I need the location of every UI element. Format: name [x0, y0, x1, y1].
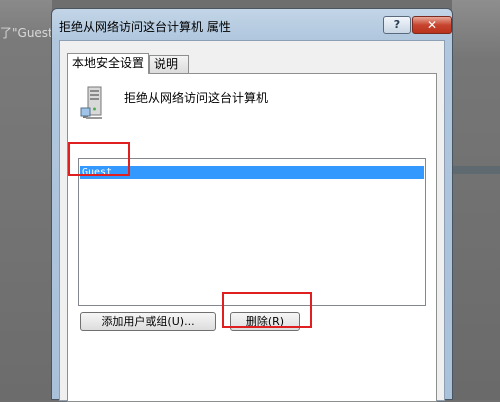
tab-local-security-setting[interactable]: 本地安全设置: [67, 53, 149, 74]
remove-button[interactable]: 删除(R): [230, 312, 300, 331]
help-button[interactable]: ?: [383, 16, 411, 34]
background-window-right: [452, 0, 500, 400]
tab-explain[interactable]: 说明: [149, 55, 189, 73]
add-user-or-group-button[interactable]: 添加用户或组(U)...: [80, 312, 216, 331]
accounts-listbox[interactable]: Guest: [78, 158, 426, 306]
title-bar[interactable]: 拒绝从网络访问这台计算机 属性 ? ✕: [52, 9, 452, 39]
tab-panel: 拒绝从网络访问这台计算机 Guest 添加用户或组(U)... 删除(R): [67, 73, 437, 402]
policy-name: 拒绝从网络访问这台计算机: [124, 91, 269, 105]
background-separator: [452, 166, 500, 174]
properties-dialog: 拒绝从网络访问这台计算机 属性 ? ✕ 本地安全设置 说明 拒绝从网络访问这台计…: [51, 8, 453, 402]
background-window-left: [0, 0, 52, 400]
dialog-client-area: 本地安全设置 说明 拒绝从网络访问这台计算机 Guest 添加用户或组(U)..…: [59, 40, 445, 402]
server-computer-icon: [80, 86, 102, 119]
dialog-title: 拒绝从网络访问这台计算机 属性: [59, 20, 231, 34]
close-button[interactable]: ✕: [412, 16, 452, 34]
background-text: 了"Guest"d: [0, 26, 52, 40]
guest-list-item[interactable]: Guest: [80, 166, 424, 179]
